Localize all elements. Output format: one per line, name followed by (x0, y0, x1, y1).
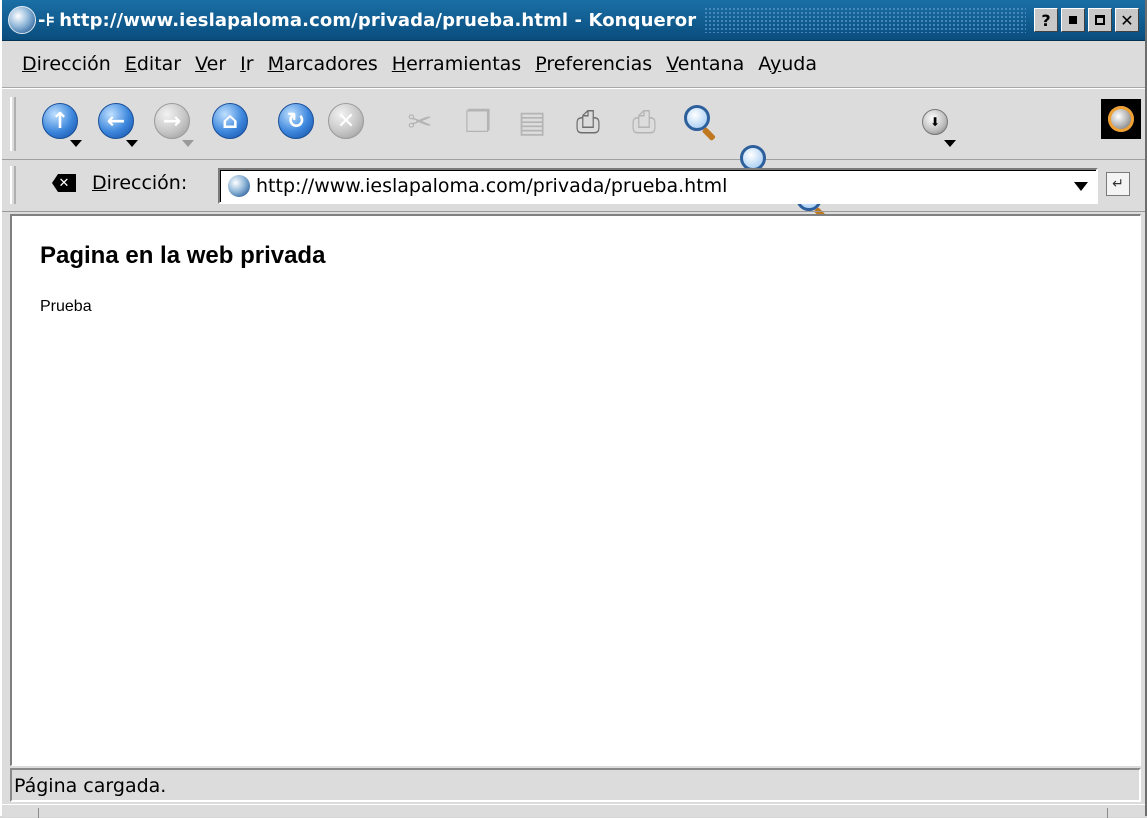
reload-button[interactable]: ↻ (278, 103, 318, 143)
page-content: Pagina en la web privada Prueba (10, 214, 1141, 766)
reload-icon: ↻ (278, 103, 314, 139)
minimize-icon (1069, 16, 1077, 24)
title-bar[interactable]: -⊧ http://www.ieslapaloma.com/privada/pr… (2, 0, 1145, 41)
home-icon: ⌂ (212, 103, 248, 139)
maximize-button[interactable] (1088, 8, 1112, 32)
forward-button[interactable]: → (154, 103, 194, 147)
menu-editar[interactable]: Editar (125, 53, 181, 75)
favicon-icon (228, 175, 250, 197)
find-icon[interactable] (682, 103, 722, 143)
print-frame-icon[interactable]: ⎙ (624, 103, 664, 143)
location-toolbar: ✕ Dirección: http://www.ieslapaloma.com/… (2, 160, 1145, 212)
menu-ir[interactable]: Ir (240, 53, 253, 75)
menu-ayuda[interactable]: Ayuda (758, 53, 817, 75)
help-button[interactable]: ? (1034, 8, 1058, 32)
copy-icon[interactable]: ❐ (458, 103, 498, 143)
window-title: http://www.ieslapaloma.com/privada/prueb… (59, 9, 697, 31)
page-paragraph: Prueba (40, 298, 92, 315)
gear-icon[interactable] (1101, 99, 1141, 139)
home-button[interactable]: ⌂ (212, 103, 252, 143)
go-icon[interactable]: ↵ (1106, 172, 1130, 196)
up-icon: ↑ (42, 103, 78, 139)
close-button[interactable]: ✕ (1115, 8, 1139, 32)
up-button[interactable]: ↑ (42, 103, 82, 147)
forward-icon: → (154, 103, 190, 139)
window-bottom-border[interactable] (2, 804, 1145, 818)
minimize-button[interactable] (1061, 8, 1085, 32)
main-toolbar: ↑ ← → ⌂ ↻ ✕ ✂ ❐ ▤ ⎙ ⎙ + − (2, 88, 1145, 261)
menu-marcadores[interactable]: Marcadores (268, 53, 378, 75)
location-toolbar-handle[interactable] (10, 166, 16, 204)
help-icon: ? (1041, 10, 1051, 30)
print-icon[interactable]: ⎙ (568, 103, 608, 143)
url-history-dropdown-icon[interactable] (1074, 182, 1088, 191)
paste-icon[interactable]: ▤ (512, 103, 552, 143)
menu-ventana[interactable]: Ventana (666, 53, 744, 75)
konqueror-app-icon[interactable] (8, 6, 36, 34)
menu-herramientas[interactable]: Herramientas (392, 53, 521, 75)
cut-icon[interactable]: ✂ (400, 103, 440, 143)
close-icon: ✕ (1120, 10, 1134, 30)
download-icon: ⬇ (922, 109, 948, 135)
stop-button[interactable]: ✕ (328, 103, 368, 143)
menu-bar: Dirección Editar Ver Ir Marcadores Herra… (2, 41, 1145, 88)
page-heading: Pagina en la web privada (40, 242, 326, 269)
download-button[interactable]: ⬇ (916, 103, 956, 147)
back-icon: ← (98, 103, 134, 139)
clear-location-icon[interactable]: ✕ (52, 174, 76, 192)
title-bar-pattern (704, 7, 1026, 33)
browser-window: -⊧ http://www.ieslapaloma.com/privada/pr… (0, 0, 1147, 818)
menu-ver[interactable]: Ver (195, 53, 226, 75)
url-input[interactable]: http://www.ieslapaloma.com/privada/prueb… (218, 168, 1098, 204)
maximize-icon (1095, 15, 1105, 25)
back-button[interactable]: ← (98, 103, 138, 147)
status-bar: Página cargada. (10, 768, 1141, 802)
location-label: Dirección: (92, 172, 188, 194)
url-text: http://www.ieslapaloma.com/privada/prueb… (256, 175, 728, 197)
toolbar-handle[interactable] (10, 97, 16, 151)
pin-icon[interactable]: -⊧ (38, 10, 55, 31)
menu-direccion[interactable]: Dirección (22, 53, 111, 75)
menu-preferencias[interactable]: Preferencias (535, 53, 652, 75)
status-text: Página cargada. (14, 775, 167, 797)
stop-icon: ✕ (328, 103, 364, 139)
